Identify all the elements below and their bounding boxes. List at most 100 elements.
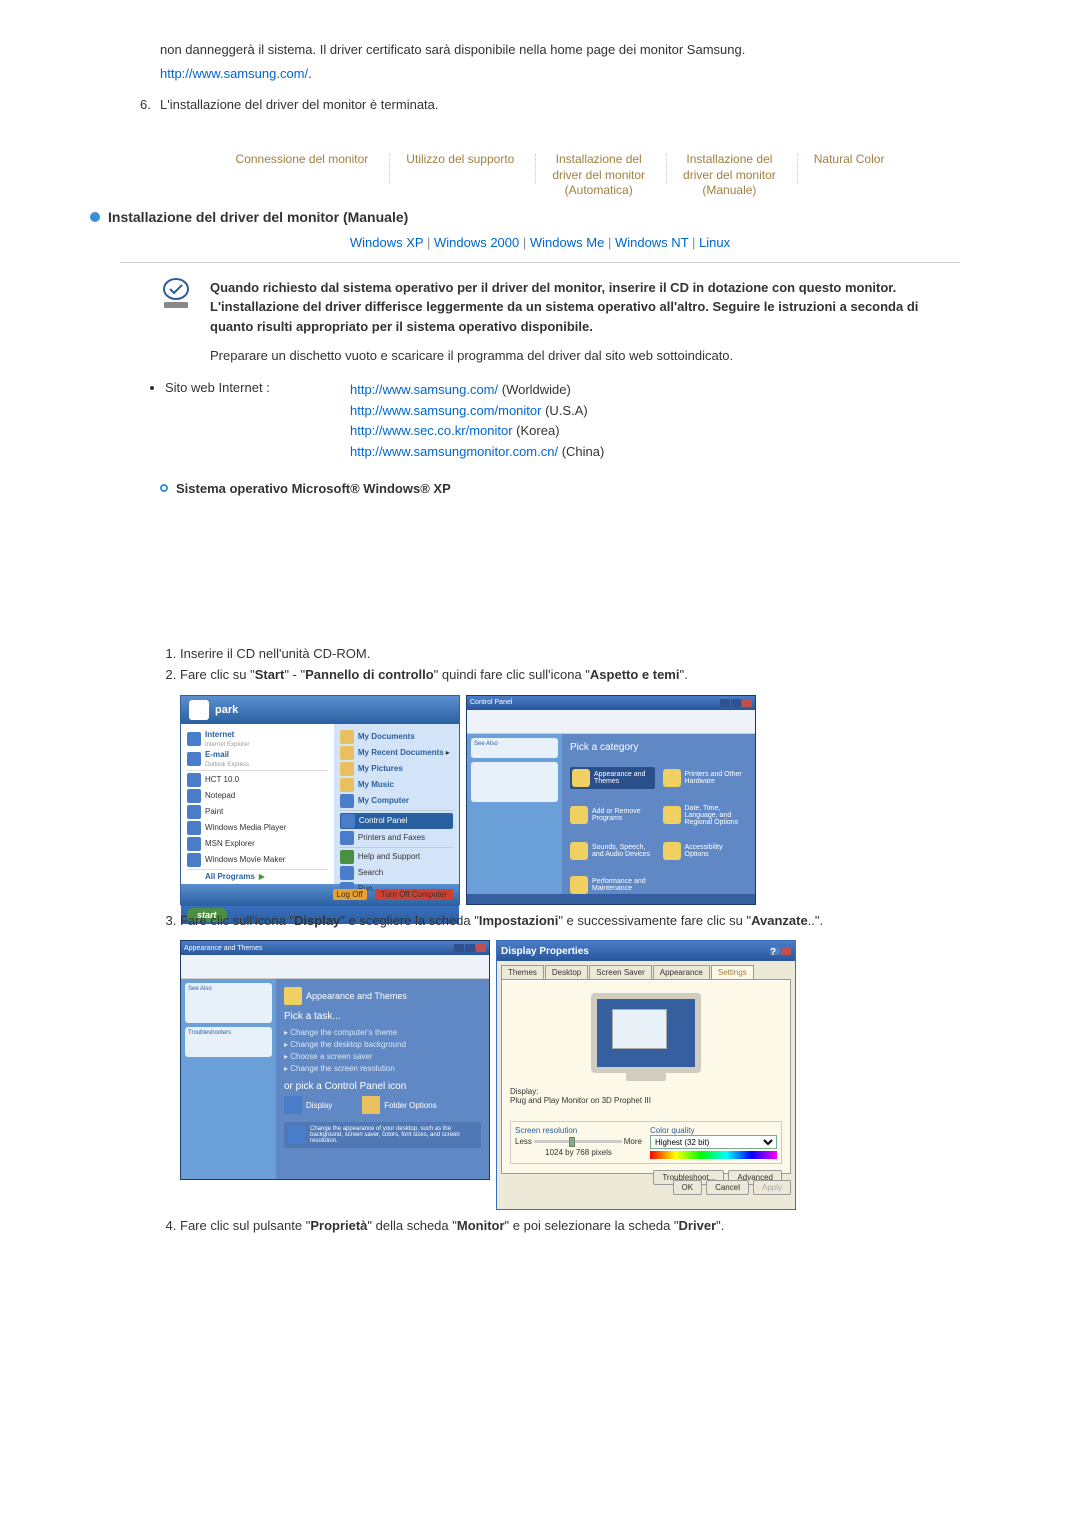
step6-text: L'installazione del driver del monitor è…: [160, 97, 439, 112]
appearance-themes-screenshot: Appearance and Themes See Also Troublesh…: [180, 940, 490, 1180]
display-properties-screenshot: Display Properties? Themes Desktop Scree…: [496, 940, 796, 1210]
page-heading: Installazione del driver del monitor (Ma…: [108, 209, 408, 225]
turnoff-button: Turn Off Computer: [375, 889, 453, 900]
os-nt[interactable]: Windows NT: [615, 235, 688, 250]
dp-display-value: Plug and Play Monitor on 3D Prophet III: [510, 1096, 782, 1105]
dp-display-label: Display:: [510, 1087, 782, 1096]
os-xp[interactable]: Windows XP: [350, 235, 423, 250]
start-menu-screenshot: park InternetInternet Explorer E-mailOut…: [180, 695, 460, 905]
control-panel-icon: [341, 814, 355, 828]
nav-tabs: Connessione del monitor Utilizzo del sup…: [160, 152, 960, 199]
paint-icon: [187, 805, 201, 819]
at-trouble-box: Troubleshooters: [185, 1027, 272, 1057]
os-2000[interactable]: Windows 2000: [434, 235, 519, 250]
dp-tab-appearance: Appearance: [653, 965, 710, 979]
email-icon: [187, 752, 201, 766]
pick-task-label: Pick a task...: [284, 1011, 481, 1022]
info-box-text: Quando richiesto dal sistema operativo p…: [210, 278, 960, 337]
intro-link[interactable]: http://www.samsung.com/: [160, 66, 308, 81]
cp-title: Control Panel: [470, 699, 512, 706]
site-china-suffix: (China): [558, 444, 604, 459]
quality-select: Highest (32 bit): [650, 1135, 777, 1149]
apply-button: Apply: [753, 1180, 791, 1195]
os-linux[interactable]: Linux: [699, 235, 730, 250]
wmm-icon: [187, 853, 201, 867]
heading-bullet-icon: [90, 212, 100, 222]
accessibility-icon: [663, 842, 681, 860]
search-icon: [340, 866, 354, 880]
programs-icon: [570, 806, 588, 824]
tab-connection[interactable]: Connessione del monitor: [226, 152, 379, 168]
step-2: Fare clic su "Start" - "Pannello di cont…: [180, 665, 960, 685]
divider: [120, 262, 960, 263]
site-label: Sito web Internet :: [165, 380, 350, 395]
computer-icon: [340, 794, 354, 808]
appearance-cat-icon: [284, 987, 302, 1005]
display-icon: [284, 1096, 302, 1114]
dp-tab-screensaver: Screen Saver: [589, 965, 651, 979]
prepare-text: Preparare un dischetto vuoto e scaricare…: [210, 346, 960, 366]
quality-label: Color quality: [650, 1126, 777, 1135]
sounds-icon: [570, 842, 588, 860]
printers-icon: [663, 769, 681, 787]
cp-seealso: See Also: [471, 738, 558, 758]
folder-icon: [340, 778, 354, 792]
os-me[interactable]: Windows Me: [530, 235, 604, 250]
site-worldwide-link[interactable]: http://www.samsung.com/: [350, 382, 498, 397]
step-4: Fare clic sul pulsante "Proprietà" della…: [180, 1216, 960, 1236]
intro-text: non danneggerà il sistema. Il driver cer…: [160, 40, 960, 60]
sub-bullet-icon: [160, 484, 168, 492]
logoff-button: Log Off: [333, 889, 367, 900]
folder-icon: [340, 746, 354, 760]
at-title: Appearance and Themes: [184, 945, 262, 952]
folder-icon: [340, 730, 354, 744]
performance-icon: [570, 876, 588, 894]
printer-icon: [340, 831, 354, 845]
site-china-link[interactable]: http://www.samsungmonitor.com.cn/: [350, 444, 558, 459]
site-usa-link[interactable]: http://www.samsung.com/monitor: [350, 403, 541, 418]
at-seealso-box: See Also: [185, 983, 272, 1023]
folder-options-icon: [362, 1096, 380, 1114]
site-korea-link[interactable]: http://www.sec.co.kr/monitor: [350, 423, 513, 438]
resolution-label: Screen resolution: [515, 1126, 642, 1135]
hct-icon: [187, 773, 201, 787]
cancel-button: Cancel: [706, 1180, 749, 1195]
tab-natural-color[interactable]: Natural Color: [804, 152, 895, 168]
tab-auto-install[interactable]: Installazione del driver del monitor (Au…: [542, 152, 655, 199]
username: park: [215, 704, 238, 716]
color-bar-icon: [650, 1151, 777, 1159]
user-avatar-icon: [189, 700, 209, 720]
step-3: Fare clic sull'icona "Display" e sceglie…: [180, 911, 960, 931]
dp-tab-settings: Settings: [711, 965, 754, 979]
resolution-slider: [534, 1140, 622, 1143]
tab-manual-install[interactable]: Installazione del driver del monitor (Ma…: [673, 152, 786, 199]
resolution-value: 1024 by 768 pixels: [515, 1148, 642, 1157]
step6-num: 6.: [140, 97, 160, 112]
msn-icon: [187, 837, 201, 851]
checkmark-icon: [160, 278, 192, 310]
pick-category-label: Pick a category: [570, 742, 747, 753]
display-icon: [288, 1126, 306, 1144]
site-worldwide-suffix: (Worldwide): [498, 382, 571, 397]
control-panel-screenshot: Control Panel See Also Pick a category A…: [466, 695, 756, 905]
ie-icon: [187, 732, 201, 746]
ok-button: OK: [673, 1180, 703, 1195]
os-links: Windows XP | Windows 2000 | Windows Me |…: [120, 235, 960, 250]
step-1: Inserire il CD nell'unità CD-ROM.: [180, 644, 960, 664]
or-pick-label: or pick a Control Panel icon: [284, 1081, 481, 1092]
wmp-icon: [187, 821, 201, 835]
notepad-icon: [187, 789, 201, 803]
os-subheading: Sistema operativo Microsoft® Windows® XP: [176, 481, 451, 496]
appearance-icon: [572, 769, 590, 787]
tab-support[interactable]: Utilizzo del supporto: [396, 152, 524, 168]
folder-icon: [340, 762, 354, 776]
dp-tab-desktop: Desktop: [545, 965, 588, 979]
help-icon: [340, 850, 354, 864]
chevron-right-icon: ▶: [259, 872, 265, 881]
dp-title: Display Properties: [501, 946, 589, 957]
dp-tab-themes: Themes: [501, 965, 544, 979]
monitor-preview-icon: [591, 993, 701, 1073]
site-usa-suffix: (U.S.A): [541, 403, 587, 418]
site-korea-suffix: (Korea): [513, 423, 560, 438]
date-icon: [663, 806, 681, 824]
